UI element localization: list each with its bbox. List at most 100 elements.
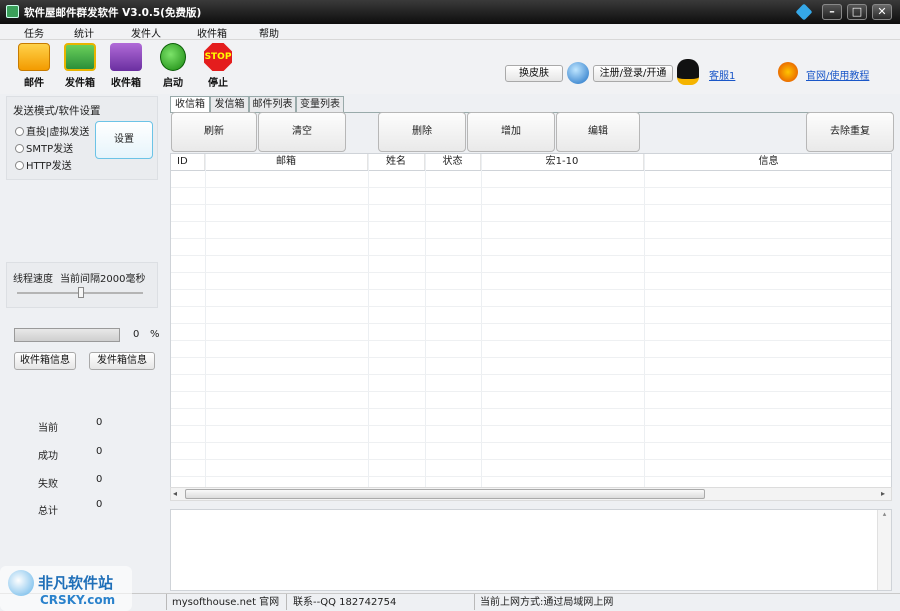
horizontal-scrollbar[interactable]: ◂ ▸	[170, 487, 892, 501]
interval-text: 当前间隔2000毫秒	[60, 274, 146, 285]
mail-grid[interactable]: ID 邮箱 姓名 状态 宏1-10 信息	[170, 153, 892, 488]
tab-mail-list[interactable]: 邮件列表	[249, 96, 296, 112]
register-button[interactable]: 注册/登录/开通	[593, 65, 673, 82]
app-icon	[6, 5, 19, 18]
stop-button[interactable]: STOP 停止	[196, 43, 240, 89]
mode-direct-label: 直投|虚拟发送	[26, 127, 90, 138]
edit-button[interactable]: 编辑	[556, 112, 640, 152]
inbox-label: 收件箱	[111, 78, 141, 89]
tab-received[interactable]: 收信箱	[170, 96, 210, 113]
play-icon	[778, 62, 798, 82]
grid-row-line	[171, 221, 891, 222]
thread-slider-handle[interactable]	[78, 287, 84, 298]
grid-row-line	[171, 289, 891, 290]
stat-total-value: 0	[96, 499, 103, 510]
send-mode-panel: 发送模式/软件设置 直投|虚拟发送 SMTP发送 HTTP发送 设置	[6, 96, 158, 180]
mode-smtp[interactable]: SMTP发送	[15, 140, 73, 155]
grid-row-line	[171, 425, 891, 426]
menu-sender[interactable]: 发件人	[131, 25, 161, 40]
clear-button[interactable]: 清空	[258, 112, 346, 152]
send-mode-title: 发送模式/软件设置	[13, 105, 101, 117]
website-link[interactable]: 官网/使用教程	[806, 67, 869, 82]
refresh-button[interactable]: 刷新	[171, 112, 257, 152]
stat-fail-label: 失败	[38, 479, 58, 490]
grid-row-line	[171, 459, 891, 460]
log-scrollbar[interactable]: ▴	[877, 510, 891, 590]
start-label: 启动	[163, 78, 183, 89]
stat-current-value: 0	[96, 417, 103, 428]
column-info[interactable]: 信息	[644, 154, 891, 170]
add-button[interactable]: 增加	[467, 112, 555, 152]
stat-fail-value: 0	[96, 474, 103, 485]
start-icon	[160, 43, 186, 71]
log-box[interactable]: ▴	[170, 509, 892, 591]
watermark: 非凡软件站 CRSKY.com	[0, 566, 132, 611]
dedupe-button[interactable]: 去除重复	[806, 112, 894, 152]
window-title: 软件屋邮件群发软件 V3.0.5(免费版)	[24, 7, 202, 19]
grid-row-line	[171, 340, 891, 341]
progress-value: 0	[133, 329, 140, 340]
watermark-brand: 非凡软件站	[38, 574, 114, 592]
grid-row-line	[171, 306, 891, 307]
column-name[interactable]: 姓名	[368, 154, 425, 170]
grid-row-line	[171, 408, 891, 409]
mail-button[interactable]: 邮件	[12, 43, 56, 89]
outbox-button[interactable]: 发件箱	[58, 43, 102, 89]
mode-http[interactable]: HTTP发送	[15, 157, 72, 172]
delete-button[interactable]: 删除	[378, 112, 466, 152]
stop-label: 停止	[208, 78, 228, 89]
scroll-right-icon[interactable]: ▸	[881, 489, 885, 498]
progress-bar	[14, 328, 120, 342]
status-bar: mysofthouse.net 官网 联系--QQ 182742754 当前上网…	[0, 593, 900, 611]
column-email[interactable]: 邮箱	[205, 154, 368, 170]
inbox-button[interactable]: 收件箱	[104, 43, 148, 89]
skin-button[interactable]: 换皮肤	[505, 65, 563, 82]
tab-sent[interactable]: 发信箱	[210, 96, 249, 112]
column-macro[interactable]: 宏1-10	[481, 154, 644, 170]
maximize-button[interactable]: □	[847, 4, 867, 20]
toolbar: 邮件 发件箱 收件箱 启动 STOP 停止 换皮肤 注册/登录/开通 客服1 官…	[0, 40, 900, 94]
service-link[interactable]: 客服1	[709, 67, 735, 82]
minimize-button[interactable]: –	[822, 4, 842, 20]
mode-direct[interactable]: 直投|虚拟发送	[15, 123, 89, 138]
qq-icon	[677, 59, 699, 85]
close-button[interactable]: ✕	[872, 4, 892, 20]
status-site: mysofthouse.net 官网	[172, 597, 280, 608]
tab-var-list[interactable]: 变量列表	[296, 96, 344, 112]
thread-panel: 线程速度 当前间隔2000毫秒	[6, 262, 158, 308]
stop-icon: STOP	[204, 43, 232, 71]
grid-row-line	[171, 391, 891, 392]
scroll-up-icon[interactable]: ▴	[878, 510, 891, 518]
mail-icon	[18, 43, 50, 71]
mode-smtp-label: SMTP发送	[26, 144, 74, 155]
grid-row-line	[171, 476, 891, 477]
outbox-info-button[interactable]: 发件箱信息	[89, 352, 155, 370]
column-id[interactable]: ID	[171, 154, 205, 170]
menu-help[interactable]: 帮助	[259, 25, 279, 40]
status-contact: 联系--QQ 182742754	[293, 597, 397, 608]
scroll-thumb[interactable]	[185, 489, 705, 499]
inbox-info-button[interactable]: 收件箱信息	[14, 352, 76, 370]
scroll-left-icon[interactable]: ◂	[173, 489, 177, 498]
settings-button[interactable]: 设置	[95, 121, 153, 159]
grid-row-line	[171, 255, 891, 256]
status-network: 当前上网方式:通过局域网上网	[480, 597, 614, 608]
menu-inbox[interactable]: 收件箱	[197, 25, 227, 40]
grid-row-line	[171, 187, 891, 188]
mode-http-label: HTTP发送	[26, 161, 72, 172]
column-status[interactable]: 状态	[425, 154, 481, 170]
stat-current-label: 当前	[38, 423, 58, 434]
globe-icon	[567, 62, 589, 84]
start-button[interactable]: 启动	[151, 43, 195, 89]
progress-unit: %	[150, 329, 160, 340]
outbox-label: 发件箱	[65, 78, 95, 89]
menu-task[interactable]: 任务	[24, 25, 44, 40]
grid-row-line	[171, 238, 891, 239]
menu-stats[interactable]: 统计	[74, 25, 94, 40]
stat-success-value: 0	[96, 446, 103, 457]
inbox-icon	[110, 43, 142, 71]
grid-row-line	[171, 323, 891, 324]
menu-bar: 任务 统计 发件人 收件箱 帮助	[0, 24, 900, 40]
gem-icon[interactable]	[795, 3, 813, 21]
grid-row-line	[171, 204, 891, 205]
